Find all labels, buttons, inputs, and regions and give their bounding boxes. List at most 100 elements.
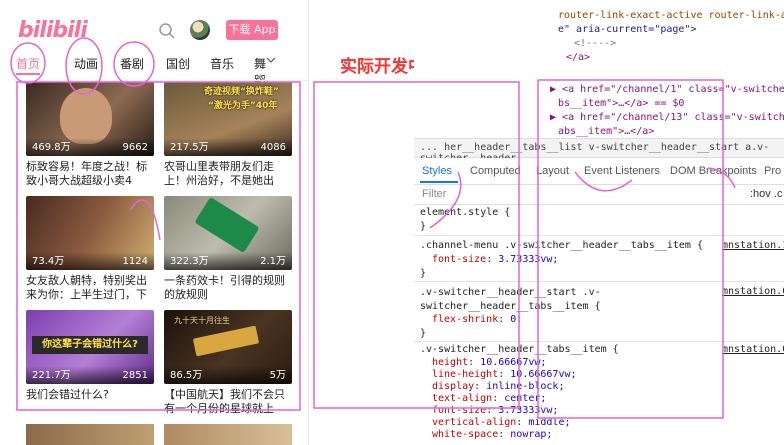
tab-event-listeners[interactable]: Event Listeners: [584, 165, 660, 177]
dom-line[interactable]: e" aria-current="page">: [558, 24, 696, 35]
video-title[interactable]: 农哥山里表带朋友们走上！州治好，不是她出去，闪店啦「催...: [164, 160, 292, 188]
video-thumbnail[interactable]: 你这辈子会错过什么? 221.7万 2851: [26, 310, 154, 384]
css-selector: .channel-menu .v-switcher__header__tabs_…: [420, 240, 703, 251]
video-thumbnail[interactable]: [26, 424, 154, 445]
css-declaration[interactable]: flex-shrink: 0;: [432, 314, 522, 325]
styles-filter[interactable]: Filter :hov .c: [414, 184, 784, 205]
video-stats: 86.5万 5万: [164, 366, 292, 384]
breadcrumb[interactable]: ... her__header__tabs__list v-switcher__…: [414, 138, 784, 164]
css-selector: .v-switcher__header__tabs__item {: [420, 344, 619, 355]
video-thumbnail[interactable]: 322.3万 2.1万: [164, 196, 292, 270]
dom-line[interactable]: abs__item">…</a>: [558, 126, 654, 137]
thumbnail-caption: 九十天十月往生: [174, 316, 230, 325]
play-count: 86.5万: [170, 370, 203, 381]
tab-bangumi[interactable]: 番剧: [120, 55, 144, 72]
video-stats: 469.8万 9662: [26, 138, 154, 156]
play-count: 221.7万: [32, 370, 71, 381]
tab-properties[interactable]: Pro: [764, 165, 781, 177]
dom-line[interactable]: <!---->: [574, 38, 616, 49]
video-card[interactable]: 322.3万 2.1万 一条药效卡！引得的规则的放规则: [164, 196, 292, 302]
css-source-link[interactable]: mnstation.0: [722, 344, 784, 355]
tab-music[interactable]: 音乐: [210, 55, 234, 72]
css-declaration[interactable]: display: inline-block;: [432, 381, 564, 392]
play-count: 469.8万: [32, 142, 71, 153]
divider: [414, 341, 784, 342]
css-declaration[interactable]: white-space: nowrap;: [432, 429, 552, 440]
avatar[interactable]: [190, 20, 210, 40]
danmaku-count: 2.1万: [260, 256, 286, 267]
css-selector: .v-switcher__header__start .v-switcher__…: [420, 287, 601, 312]
danmaku-count: 2851: [122, 370, 148, 381]
video-title[interactable]: 一条药效卡！引得的规则的放规则: [164, 274, 292, 302]
dom-line-selected[interactable]: bs__item">…</a> == $0: [558, 98, 684, 109]
tab-layout[interactable]: Layout: [536, 165, 569, 177]
divider: [414, 235, 784, 236]
css-rule-end: }: [420, 268, 427, 279]
download-app-button[interactable]: 下载 App: [226, 20, 278, 40]
css-declaration[interactable]: text-align: center;: [432, 393, 546, 404]
tab-guochuang[interactable]: 国创: [166, 55, 190, 72]
video-title[interactable]: 标致容易！年度之战！标致小哥大战超级小卖4: [26, 160, 154, 188]
green-device-graphic: [194, 196, 260, 254]
thumbnail-caption: 你这辈子会错过什么?: [32, 336, 148, 354]
satellite-graphic: [192, 325, 260, 357]
danmaku-count: 4086: [260, 142, 286, 153]
css-source-link[interactable]: mnstation.0: [722, 286, 784, 297]
thumbnail-caption: “激光为手”40年: [208, 101, 278, 111]
video-thumbnail[interactable]: 73.4万 1124: [26, 196, 154, 270]
tab-styles[interactable]: Styles: [422, 165, 452, 177]
css-declaration[interactable]: height: 10.66667vw;: [432, 357, 546, 368]
danmaku-count: 1124: [122, 256, 148, 267]
css-rule-end: }: [420, 328, 427, 339]
chevron-down-icon[interactable]: [266, 55, 276, 65]
devtools-panel: router-link-exact-active router-link-act…: [414, 0, 784, 445]
video-stats: 322.3万 2.1万: [164, 252, 292, 270]
video-thumbnail[interactable]: 九十天十月往生 86.5万 5万: [164, 310, 292, 384]
divider: [14, 80, 308, 81]
video-card[interactable]: 奇迹视频“换炸鞋” “激光为手”40年 217.5万 4086 农哥山里表带朋友…: [164, 82, 292, 188]
active-tab-indicator: [16, 73, 40, 75]
thumbnail-caption: 奇迹视频“换炸鞋”: [204, 87, 279, 97]
dom-line[interactable]: ▶ <a href="/channel/13" class="v-switche: [550, 112, 784, 123]
tab-computed[interactable]: Computed: [470, 165, 521, 177]
hover-state-toggle[interactable]: :hov: [750, 188, 771, 200]
video-stats: 217.5万 4086: [164, 138, 292, 156]
video-card[interactable]: 73.4万 1124 女友敌人朝特，特别奖出来为你：上半生过门，下半生你: [26, 196, 154, 302]
css-declaration[interactable]: font-size: 3.73333vw;: [432, 405, 558, 416]
filter-input[interactable]: Filter: [422, 188, 446, 200]
video-title[interactable]: 【中国航天】我们不会只有一个月份的星球就上: [164, 388, 292, 416]
face-graphic: [60, 88, 112, 144]
active-tab-indicator: [420, 181, 458, 183]
dom-line[interactable]: </a>: [566, 52, 590, 63]
bilibili-logo[interactable]: bilibili: [18, 18, 88, 43]
css-declaration[interactable]: font-size: 3.73333vw;: [432, 254, 558, 265]
video-card[interactable]: 469.8万 9662 标致容易！年度之战！标致小哥大战超级小卖4: [26, 82, 154, 188]
video-card[interactable]: 九十天十月往生 86.5万 5万 【中国航天】我们不会只有一个月份的星球就上: [164, 310, 292, 416]
play-count: 217.5万: [170, 142, 209, 153]
class-toggle[interactable]: .c: [774, 188, 783, 200]
play-count: 73.4万: [32, 256, 65, 267]
video-stats: 221.7万 2851: [26, 366, 154, 384]
devtools-tabs: Styles Computed Layout Event Listeners D…: [414, 158, 784, 185]
tab-animation[interactable]: 动画: [74, 55, 98, 72]
danmaku-count: 5万: [269, 370, 286, 381]
css-source-link[interactable]: mnstation.1: [722, 240, 784, 251]
css-declaration[interactable]: line-height: 10.66667vw;: [432, 369, 577, 380]
video-card[interactable]: 你这辈子会错过什么? 221.7万 2851 我们会错过什么?: [26, 310, 154, 416]
video-stats: 73.4万 1124: [26, 252, 154, 270]
css-selector: element.style {: [420, 207, 511, 218]
video-title[interactable]: 女友敌人朝特，特别奖出来为你：上半生过门，下半生你: [26, 274, 154, 302]
search-icon[interactable]: [158, 22, 176, 40]
css-declaration[interactable]: vertical-align: middle;: [432, 417, 571, 428]
video-thumbnail[interactable]: 奇迹视频“换炸鞋” “激光为手”40年 217.5万 4086: [164, 82, 292, 156]
css-rule-end: }: [420, 221, 427, 232]
danmaku-count: 9662: [122, 142, 148, 153]
divider: [414, 281, 784, 282]
video-thumbnail[interactable]: 469.8万 9662: [26, 82, 154, 156]
video-thumbnail[interactable]: [164, 424, 292, 445]
tab-home[interactable]: 首页: [16, 55, 40, 72]
dom-line[interactable]: ▶ <a href="/channel/1" class="v-switcher: [550, 84, 784, 95]
video-title[interactable]: 我们会错过什么?: [26, 388, 154, 416]
dom-line[interactable]: router-link-exact-active router-link-act: [558, 10, 784, 21]
tab-dom-breakpoints[interactable]: DOM Breakpoints: [670, 165, 757, 177]
